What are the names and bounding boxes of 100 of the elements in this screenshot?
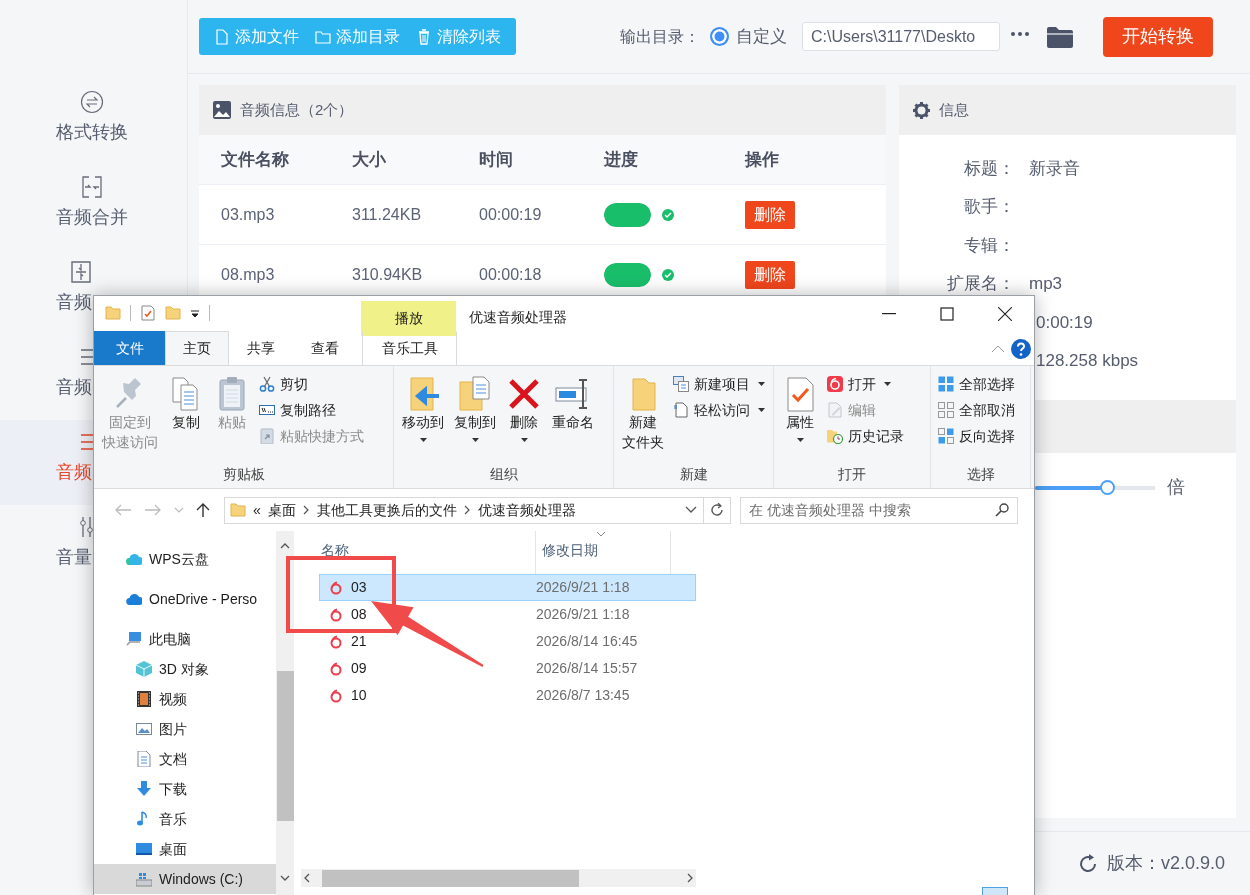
delete-button[interactable]: 删除 (745, 200, 795, 229)
field-value: 新录音 (1029, 157, 1080, 180)
more-icon[interactable] (1010, 30, 1030, 37)
split-icon (69, 260, 93, 284)
start-button[interactable]: 开始转换 (1103, 16, 1213, 57)
breadcrumb[interactable]: 优速音频处理器 (477, 499, 576, 521)
field-value: 0:00:19 (1036, 311, 1093, 334)
file-row[interactable]: 03 2026/9/21 1:18 (319, 574, 696, 601)
file-row[interactable]: 21 2026/8/14 16:45 (319, 628, 696, 655)
ribbon-button[interactable]: 反向选择 (935, 423, 1018, 449)
ribbon-tab[interactable]: 查看 (293, 331, 357, 365)
chevron-icon (463, 505, 471, 515)
app-icon (329, 634, 343, 649)
ribbon-button[interactable]: 新建 文件夹 (618, 370, 668, 464)
sidebar-item[interactable]: 音量 (0, 505, 93, 590)
nav-item[interactable]: OneDrive - Perso (94, 584, 276, 614)
scrollbar[interactable] (276, 531, 294, 895)
back-icon (114, 503, 132, 517)
table-cell-text: 00:00:18 (479, 264, 543, 285)
trash-icon (416, 28, 432, 45)
ribbon-button[interactable]: 属性 (778, 370, 822, 464)
breadcrumb[interactable]: 其他工具更换后的文件 (316, 499, 457, 521)
ribbon-tab[interactable]: 主页 (165, 331, 229, 365)
breadcrumb[interactable]: 桌面 (267, 499, 296, 521)
checklist-icon[interactable] (140, 305, 156, 321)
sort-icon (596, 531, 606, 537)
file-name: 03 (351, 578, 368, 597)
sidebar-item[interactable]: 音频 (0, 335, 93, 420)
ribbon-button[interactable]: 全部选择 (935, 371, 1018, 397)
nav-item[interactable]: 文档 (94, 744, 276, 774)
nav-item[interactable]: 桌面 (94, 834, 276, 864)
slider-thumb[interactable] (1100, 480, 1115, 495)
refresh-icon (710, 503, 724, 517)
dropdown-icon[interactable] (685, 506, 697, 514)
grid-icon (938, 376, 954, 392)
folder-icon (230, 502, 246, 518)
column-header: 大小 (352, 148, 387, 171)
table-cell-text: 00:00:19 (479, 204, 543, 225)
file-row[interactable]: 09 2026/8/14 15:57 (319, 655, 696, 682)
ribbon-button[interactable]: 复制路径 (256, 397, 367, 423)
refresh-button[interactable] (704, 496, 731, 524)
nav-item[interactable]: 图片 (94, 714, 276, 744)
file-date: 2026/8/14 16:45 (536, 632, 638, 651)
caret-icon[interactable] (190, 308, 200, 318)
sidebar-item[interactable]: 格式转换 (0, 80, 187, 165)
picture-icon (136, 721, 152, 737)
nav-item[interactable]: 下载 (94, 774, 276, 804)
sidebar-item[interactable]: 音频合并 (0, 165, 187, 250)
scroll-thumb[interactable] (322, 869, 579, 887)
scroll-thumb[interactable] (276, 671, 294, 821)
ribbon-button[interactable]: 移动到 (398, 370, 448, 464)
nav-item[interactable]: WPS云盘 (94, 544, 276, 574)
sidebar-item[interactable]: 音频 (0, 250, 93, 335)
app-icon (329, 580, 343, 595)
file-row[interactable]: 08 2026/9/21 1:18 (319, 601, 696, 628)
radio-button[interactable] (710, 27, 729, 46)
scrollbar[interactable] (301, 869, 696, 887)
nav-item[interactable]: Windows (C:) (94, 864, 276, 894)
path-field[interactable]: C:\Users\31177\Deskto (802, 22, 1000, 51)
file-date: 2026/9/21 1:18 (536, 578, 630, 597)
search-field[interactable]: 在 优速音频处理器 中搜索 (740, 496, 1018, 524)
nav-item[interactable]: 此电脑 (94, 624, 276, 654)
ribbon-button[interactable]: 新建项目 (670, 371, 768, 397)
file-tab[interactable]: 文件 (94, 331, 165, 365)
ribbon-tab[interactable]: 共享 (229, 331, 293, 365)
ribbon-button[interactable]: 复制 (164, 370, 208, 464)
ribbon-button[interactable]: 复制到 (450, 370, 500, 464)
group-label: 新建 (678, 465, 709, 484)
file-row[interactable]: 10 2026/8/7 13:45 (319, 682, 696, 709)
shortcut-icon (259, 428, 275, 444)
drive-icon (136, 871, 152, 887)
ribbon-button[interactable]: 历史记录 (824, 423, 907, 449)
help-icon[interactable] (1011, 339, 1031, 359)
ribbon-button[interactable]: 打开 (824, 371, 907, 397)
folder-icon[interactable] (1047, 25, 1073, 48)
nav-item[interactable]: 音乐 (94, 804, 276, 834)
ribbon-button[interactable]: 重命名 (548, 370, 598, 464)
ribbon-button[interactable]: 全部取消 (935, 397, 1018, 423)
collapse-icon[interactable] (991, 345, 1005, 353)
app-icon (329, 661, 343, 676)
path-overflow[interactable]: « (253, 499, 261, 521)
cloud-icon (126, 591, 142, 607)
delete-button[interactable]: 删除 (745, 260, 795, 289)
scissors-icon (259, 376, 275, 392)
new-item-icon (673, 376, 689, 392)
file-icon (214, 28, 230, 45)
path-icon (259, 402, 275, 418)
nav-item[interactable]: 3D 对象 (94, 654, 276, 684)
nav-item[interactable]: 视频 (94, 684, 276, 714)
scroll-left-icon (304, 873, 310, 883)
window-title: 优速音频处理器 (468, 308, 567, 327)
ribbon-button[interactable]: 轻松访问 (670, 397, 768, 423)
ribbon-button[interactable]: 删除 (502, 370, 546, 464)
radio-label[interactable]: 自定义 (736, 23, 787, 50)
table-cell-text: 310.94KB (352, 264, 424, 285)
grid-mixed-icon (938, 428, 954, 444)
address-bar[interactable]: « 桌面 其他工具更换后的文件 优速音频处理器 (224, 496, 704, 524)
field-label: 标题： (963, 157, 1015, 180)
view-icon[interactable] (982, 887, 1008, 895)
ribbon-button[interactable]: 剪切 (256, 371, 367, 397)
